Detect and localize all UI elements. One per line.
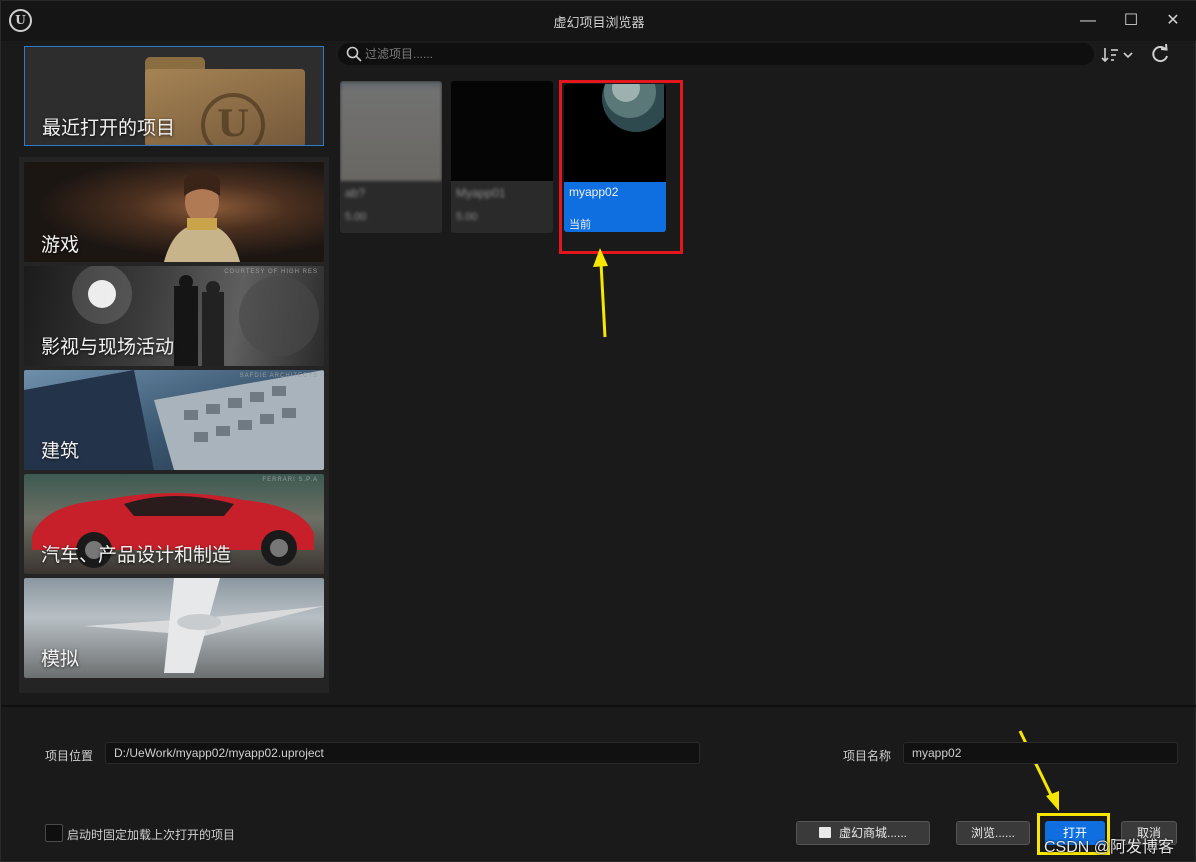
category-label: 游戏 xyxy=(41,235,80,256)
minimize-button[interactable]: — xyxy=(1076,9,1100,33)
title-bar[interactable]: U 虚幻项目浏览器 — ☐ ✕ xyxy=(1,1,1196,41)
search-input[interactable] xyxy=(365,45,965,63)
project-tile[interactable]: ab? 5.00 xyxy=(340,81,442,233)
project-tile[interactable]: Myapp01 5.00 xyxy=(451,81,553,233)
project-version: 5.00 xyxy=(345,211,367,223)
project-name: Myapp01 xyxy=(456,186,506,200)
divider xyxy=(1,705,1196,707)
category-games[interactable]: 游戏 xyxy=(24,162,324,262)
marketplace-button-label: 虚幻商城...... xyxy=(838,826,907,840)
project-location-field[interactable]: D:/UeWork/myapp02/myapp02.uproject xyxy=(105,742,700,764)
shop-bag-icon xyxy=(818,827,831,838)
close-button[interactable]: ✕ xyxy=(1161,9,1185,33)
search-icon xyxy=(346,46,362,62)
refresh-icon[interactable] xyxy=(1149,43,1171,65)
project-thumbnail xyxy=(340,81,442,181)
project-name: ab? xyxy=(345,186,366,200)
category-simulation[interactable]: 模拟 xyxy=(24,578,324,678)
category-label: 建筑 xyxy=(41,441,80,462)
category-panel: 游戏 COURTESY OF HIGH RES 影视与现场活动 SAFDIE A… xyxy=(19,157,329,693)
marketplace-button[interactable]: 虚幻商城...... xyxy=(796,821,930,845)
category-label: 模拟 xyxy=(41,649,80,670)
annotation-red-box xyxy=(559,80,683,254)
project-location-label: 项目位置 xyxy=(45,749,94,763)
autoload-checkbox[interactable] xyxy=(45,824,63,842)
project-thumbnail xyxy=(451,81,553,181)
category-label: 汽车、产品设计和制造 xyxy=(41,545,232,566)
chevron-down-icon xyxy=(1123,52,1133,59)
category-label: 影视与现场活动 xyxy=(41,337,175,358)
category-film-live-events[interactable]: COURTESY OF HIGH RES 影视与现场活动 xyxy=(24,266,324,366)
maximize-button[interactable]: ☐ xyxy=(1119,9,1143,33)
sort-icon xyxy=(1101,48,1133,63)
project-version: 5.00 xyxy=(456,211,478,223)
category-architecture[interactable]: SAFDIE ARCHITECTS 建筑 xyxy=(24,370,324,470)
browse-button[interactable]: 浏览...... xyxy=(956,821,1030,845)
recent-projects-label: 最近打开的项目 xyxy=(42,118,176,139)
image-credit: COURTESY OF HIGH RES xyxy=(224,269,318,275)
image-credit: SAFDIE ARCHITECTS xyxy=(239,373,318,379)
recent-projects-tile[interactable]: U 最近打开的项目 xyxy=(24,46,324,146)
project-name-field[interactable]: myapp02 xyxy=(903,742,1178,764)
window-title: 虚幻项目浏览器 xyxy=(553,15,645,30)
category-automotive[interactable]: FERRARI S.P.A 汽车、产品设计和制造 xyxy=(24,474,324,574)
project-name-label: 项目名称 xyxy=(843,749,892,763)
sort-button[interactable] xyxy=(1101,45,1135,65)
watermark: CSDN @阿发博客 xyxy=(1044,839,1175,856)
project-browser-window: U 虚幻项目浏览器 — ☐ ✕ U 最近打开的项目 游戏 COURTESY OF… xyxy=(0,0,1196,862)
image-credit: FERRARI S.P.A xyxy=(262,477,318,483)
autoload-label: 启动时固定加载上次打开的项目 xyxy=(67,828,236,842)
